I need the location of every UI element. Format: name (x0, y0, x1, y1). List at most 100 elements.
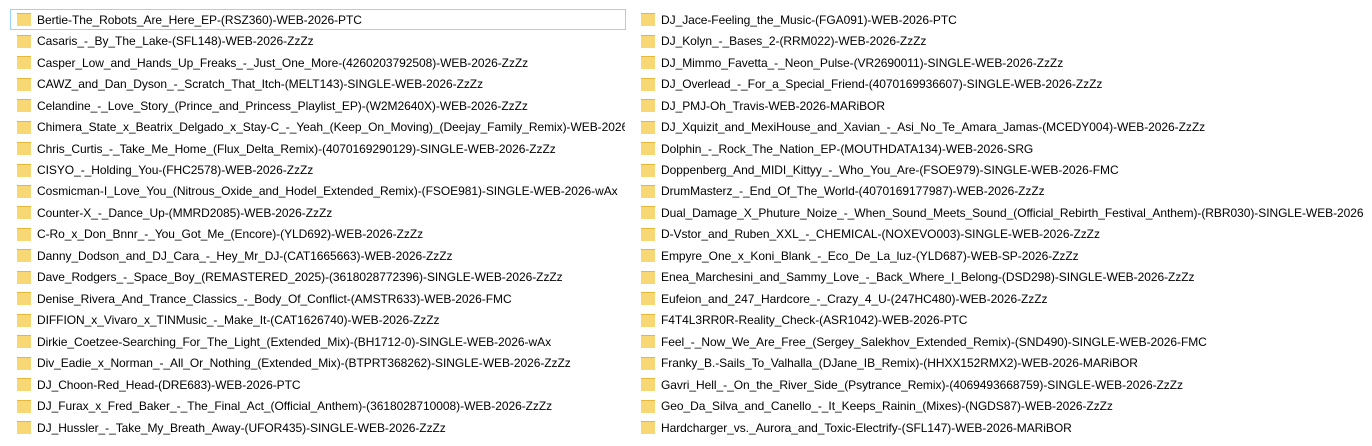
folder-name: Celandine_-_Love_Story_(Prince_and_Princ… (37, 98, 528, 113)
folder-name: C-Ro_x_Don_Bnnr_-_You_Got_Me_(Encore)-(Y… (37, 227, 424, 242)
folder-icon (641, 142, 655, 156)
folder-item[interactable]: Dual_Damage_X_Phuture_Noize_-_When_Sound… (634, 202, 1364, 223)
folder-item[interactable]: Cosmicman-I_Love_You_(Nitrous_Oxide_and_… (10, 181, 626, 202)
folder-item[interactable]: DJ_Mimmo_Favetta_-_Neon_Pulse-(VR2690011… (634, 52, 1364, 73)
folder-item[interactable]: DJ_Overlead_-_For_a_Special_Friend-(4070… (634, 73, 1364, 94)
folder-name: DJ_Overlead_-_For_a_Special_Friend-(4070… (661, 77, 1103, 92)
folder-icon (641, 270, 655, 284)
folder-item[interactable]: Denise_Rivera_And_Trance_Classics_-_Body… (10, 288, 626, 309)
folder-icon (17, 270, 31, 284)
folder-name: Dirkie_Coetzee-Searching_For_The_Light_(… (37, 334, 552, 349)
folder-item[interactable]: Dave_Rodgers_-_Space_Boy_(REMASTERED_202… (10, 267, 626, 288)
folder-item[interactable]: Dolphin_-_Rock_The_Nation_EP-(MOUTHDATA1… (634, 138, 1364, 159)
folder-name: DJ_Jace-Feeling_the_Music-(FGA091)-WEB-2… (661, 12, 957, 27)
folder-name: DIFFION_x_Vivaro_x_TINMusic_-_Make_It-(C… (37, 313, 440, 328)
folder-item[interactable]: Gavri_Hell_-_On_the_River_Side_(Psytranc… (634, 374, 1364, 395)
folder-name: Counter-X_-_Dance_Up-(MMRD2085)-WEB-2026… (37, 205, 333, 220)
folder-name: Gavri_Hell_-_On_the_River_Side_(Psytranc… (661, 377, 1183, 392)
folder-item[interactable]: DJ_Choon-Red_Head-(DRE683)-WEB-2026-PTC (10, 374, 626, 395)
folder-item[interactable]: Casaris_-_By_The_Lake-(SFL148)-WEB-2026-… (10, 30, 626, 51)
folder-item[interactable]: CISYO_-_Holding_You-(FHC2578)-WEB-2026-Z… (10, 159, 626, 180)
folder-name: DJ_Mimmo_Favetta_-_Neon_Pulse-(VR2690011… (661, 55, 1064, 70)
folder-item[interactable]: DJ_Jace-Feeling_the_Music-(FGA091)-WEB-2… (634, 9, 1364, 30)
folder-icon (641, 34, 655, 48)
folder-icon (17, 292, 31, 306)
folder-icon (17, 399, 31, 413)
folder-item[interactable]: Enea_Marchesini_and_Sammy_Love_-_Back_Wh… (634, 267, 1364, 288)
folder-item[interactable]: Feel_-_Now_We_Are_Free_(Sergey_Salekhov_… (634, 331, 1364, 352)
folder-item[interactable]: Doppenberg_And_MIDI_Kittyy_-_Who_You_Are… (634, 159, 1364, 180)
folder-item[interactable]: Bertie-The_Robots_Are_Here_EP-(RSZ360)-W… (10, 9, 626, 31)
folder-name: Casaris_-_By_The_Lake-(SFL148)-WEB-2026-… (37, 34, 314, 49)
folder-item[interactable]: DIFFION_x_Vivaro_x_TINMusic_-_Make_It-(C… (10, 310, 626, 331)
folder-icon (641, 206, 655, 220)
folder-item[interactable]: Chris_Curtis_-_Take_Me_Home_(Flux_Delta_… (10, 138, 626, 159)
folder-icon (641, 56, 655, 70)
folder-name: DJ_PMJ-Oh_Travis-WEB-2026-MARiBOR (661, 98, 885, 113)
folder-item[interactable]: Chimera_State_x_Beatrix_Delgado_x_Stay-C… (10, 116, 626, 137)
folder-item[interactable]: Dirkie_Coetzee-Searching_For_The_Light_(… (10, 331, 626, 352)
folder-name: CISYO_-_Holding_You-(FHC2578)-WEB-2026-Z… (37, 163, 314, 178)
folder-name: Casper_Low_and_Hands_Up_Freaks_-_Just_On… (37, 55, 529, 70)
folder-name: Danny_Dodson_and_DJ_Cara_-_Hey_Mr_DJ-(CA… (37, 248, 453, 263)
folder-icon (17, 356, 31, 370)
folder-item[interactable]: Div_Eadie_x_Norman_-_All_Or_Nothing_(Ext… (10, 353, 626, 374)
folder-item[interactable]: C-Ro_x_Don_Bnnr_-_You_Got_Me_(Encore)-(Y… (10, 224, 626, 245)
file-list: Bertie-The_Robots_Are_Here_EP-(RSZ360)-W… (10, 9, 1364, 438)
folder-name: Chris_Curtis_-_Take_Me_Home_(Flux_Delta_… (37, 141, 556, 156)
folder-item[interactable]: F4T4L3RR0R-Reality_Check-(ASR1042)-WEB-2… (634, 310, 1364, 331)
folder-item[interactable]: CAWZ_and_Dan_Dyson_-_Scratch_That_Itch-(… (10, 73, 626, 94)
folder-icon (17, 206, 31, 220)
folder-item[interactable]: DrumMasterz_-_End_Of_The_World-(40701691… (634, 181, 1364, 202)
folder-item[interactable]: DJ_Furax_x_Fred_Baker_-_The_Final_Act_(O… (10, 395, 626, 416)
folder-name: Empyre_One_x_Koni_Blank_-_Eco_De_La_luz-… (661, 248, 1079, 263)
folder-name: F4T4L3RR0R-Reality_Check-(ASR1042)-WEB-2… (661, 313, 968, 328)
folder-name: Dual_Damage_X_Phuture_Noize_-_When_Sound… (661, 205, 1363, 220)
folder-item[interactable]: Empyre_One_x_Koni_Blank_-_Eco_De_La_luz-… (634, 245, 1364, 266)
file-column-1: Bertie-The_Robots_Are_Here_EP-(RSZ360)-W… (10, 9, 626, 438)
folder-icon (641, 335, 655, 349)
folder-item[interactable]: D-Vstor_and_Ruben_XXL_-_CHEMICAL-(NOXEVO… (634, 224, 1364, 245)
folder-icon (17, 227, 31, 241)
folder-item[interactable]: Franky_B.-Sails_To_Valhalla_(DJane_IB_Re… (634, 353, 1364, 374)
folder-icon (17, 163, 31, 177)
folder-icon (641, 184, 655, 198)
folder-name: DrumMasterz_-_End_Of_The_World-(40701691… (661, 184, 1045, 199)
folder-icon (17, 184, 31, 198)
folder-name: DJ_Hussler_-_Take_My_Breath_Away-(UFOR43… (37, 420, 446, 435)
folder-item[interactable]: Counter-X_-_Dance_Up-(MMRD2085)-WEB-2026… (10, 202, 626, 223)
folder-item[interactable]: Hardcharger_vs._Aurora_and_Toxic-Electri… (634, 417, 1364, 438)
folder-item[interactable]: Casper_Low_and_Hands_Up_Freaks_-_Just_On… (10, 52, 626, 73)
folder-name: Franky_B.-Sails_To_Valhalla_(DJane_IB_Re… (661, 356, 1138, 371)
folder-item[interactable]: Danny_Dodson_and_DJ_Cara_-_Hey_Mr_DJ-(CA… (10, 245, 626, 266)
folder-item[interactable]: DJ_Xquizit_and_MexiHouse_and_Xavian_-_As… (634, 116, 1364, 137)
folder-icon (641, 227, 655, 241)
folder-item[interactable]: Celandine_-_Love_Story_(Prince_and_Princ… (10, 95, 626, 116)
folder-icon (641, 313, 655, 327)
folder-item[interactable]: DJ_PMJ-Oh_Travis-WEB-2026-MARiBOR (634, 95, 1364, 116)
folder-icon (17, 77, 31, 91)
folder-name: Dolphin_-_Rock_The_Nation_EP-(MOUTHDATA1… (661, 141, 1034, 156)
folder-name: Div_Eadie_x_Norman_-_All_Or_Nothing_(Ext… (37, 356, 571, 371)
folder-icon (17, 13, 31, 27)
folder-item[interactable]: DJ_Kolyn_-_Bases_2-(RRM022)-WEB-2026-ZzZ… (634, 30, 1364, 51)
folder-name: CAWZ_and_Dan_Dyson_-_Scratch_That_Itch-(… (37, 77, 484, 92)
folder-icon (641, 399, 655, 413)
folder-icon (641, 378, 655, 392)
folder-icon (17, 249, 31, 263)
folder-name: Geo_Da_Silva_and_Canello_-_It_Keeps_Rain… (661, 399, 1113, 414)
folder-icon (641, 292, 655, 306)
file-column-2: DJ_Jace-Feeling_the_Music-(FGA091)-WEB-2… (634, 9, 1364, 438)
folder-name: Denise_Rivera_And_Trance_Classics_-_Body… (37, 291, 512, 306)
folder-name: Feel_-_Now_We_Are_Free_(Sergey_Salekhov_… (661, 334, 1207, 349)
folder-icon (17, 142, 31, 156)
folder-icon (17, 120, 31, 134)
folder-item[interactable]: Eufeion_and_247_Hardcore_-_Crazy_4_U-(24… (634, 288, 1364, 309)
folder-name: DJ_Kolyn_-_Bases_2-(RRM022)-WEB-2026-ZzZ… (661, 34, 927, 49)
folder-icon (641, 163, 655, 177)
folder-name: Eufeion_and_247_Hardcore_-_Crazy_4_U-(24… (661, 291, 1048, 306)
folder-name: Bertie-The_Robots_Are_Here_EP-(RSZ360)-W… (37, 12, 362, 27)
folder-item[interactable]: Geo_Da_Silva_and_Canello_-_It_Keeps_Rain… (634, 395, 1364, 416)
folder-item[interactable]: DJ_Hussler_-_Take_My_Breath_Away-(UFOR43… (10, 417, 626, 438)
folder-name: DJ_Choon-Red_Head-(DRE683)-WEB-2026-PTC (37, 377, 301, 392)
